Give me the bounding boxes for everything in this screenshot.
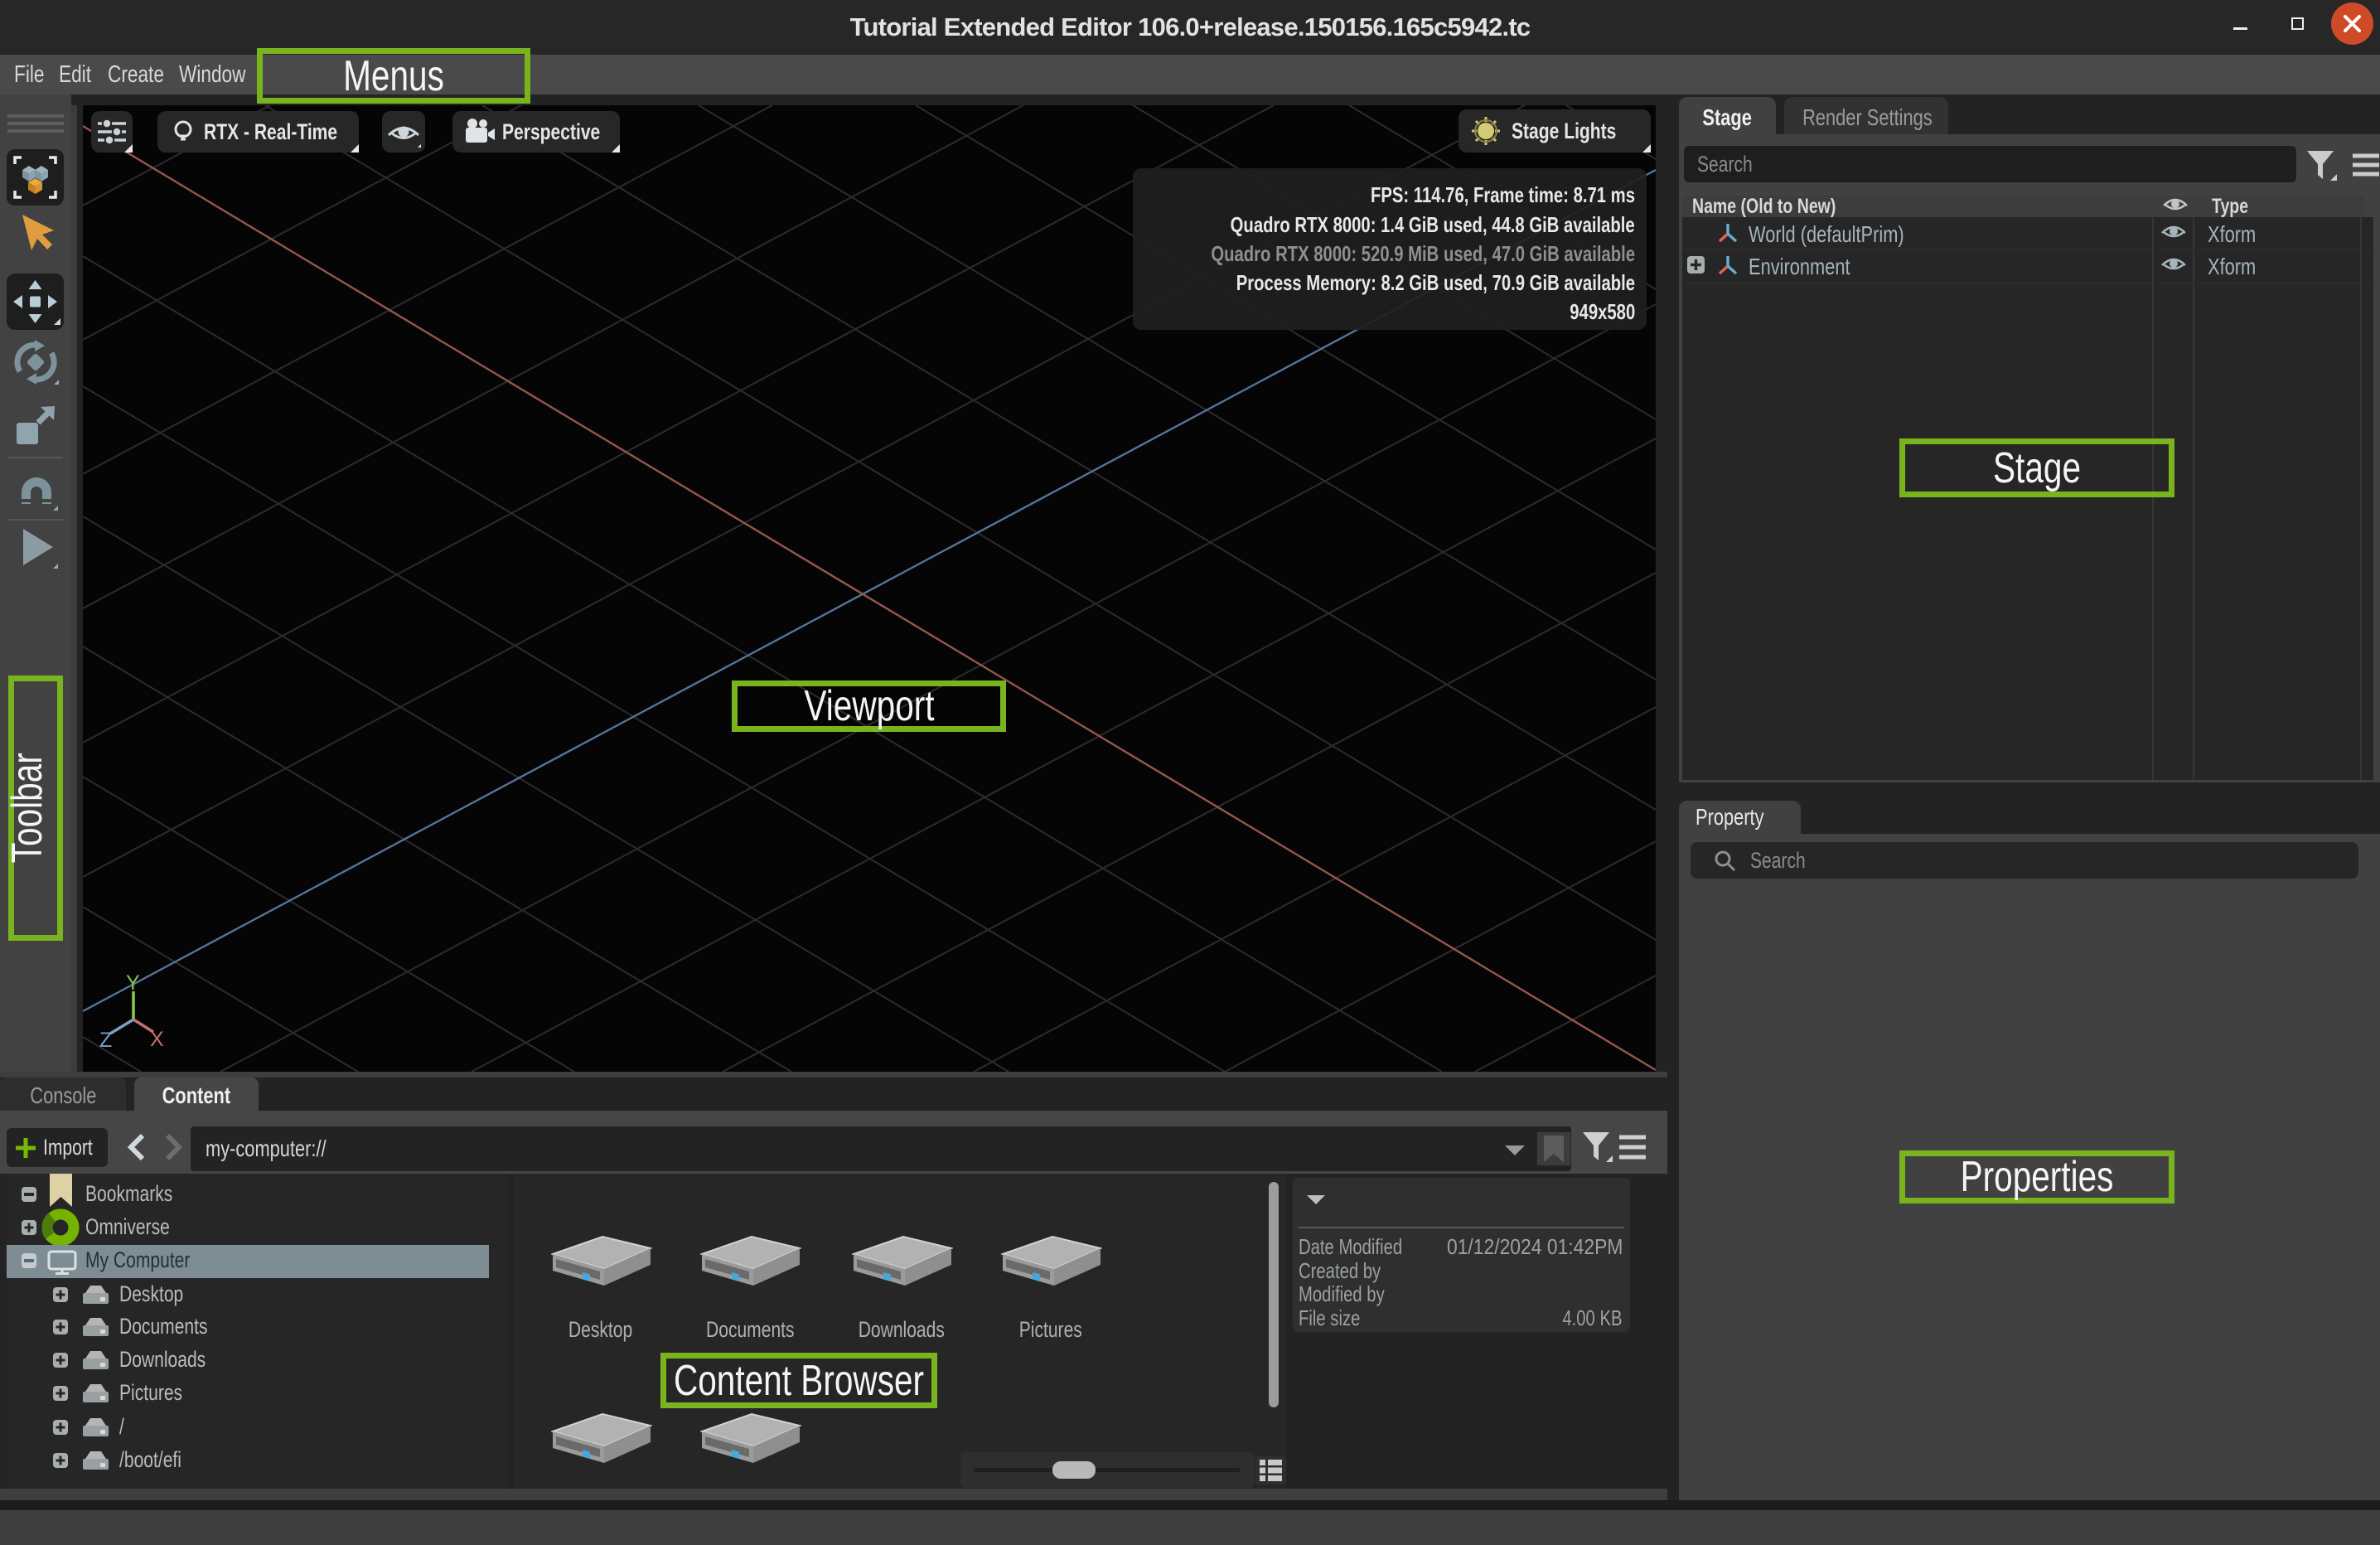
svg-text:Z: Z [99,1029,112,1052]
svg-text:X: X [150,1028,164,1051]
svg-text:Y: Y [126,971,140,995]
